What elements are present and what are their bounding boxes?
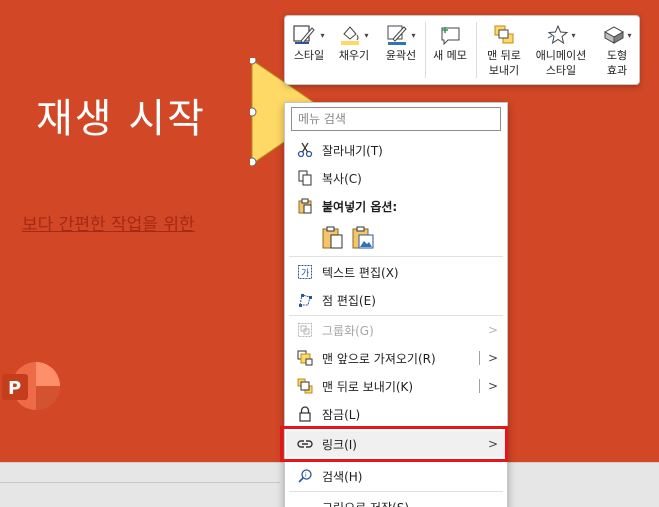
shape-effects-icon: ▾ (602, 22, 632, 48)
shape-effects-label-2: 효과 (606, 64, 628, 77)
animation-style-label-1: 애니메이션 (535, 49, 587, 62)
menu-separator (289, 428, 503, 429)
menu-item-save-as-picture-label: 그림으로 저장(S)... (322, 499, 420, 507)
shape-style-icon: ▾ (293, 22, 325, 48)
menu-item-lock-label: 잠금(L) (322, 407, 361, 422)
send-to-back-button[interactable]: 맨 뒤로 보내기 (481, 22, 527, 82)
fill-button[interactable]: ▾ 채우기 (333, 22, 375, 82)
chevron-right-icon[interactable]: > (488, 379, 498, 393)
svg-text:가: 가 (301, 268, 309, 279)
menu-item-copy[interactable]: 복사(C) (286, 165, 506, 191)
shape-effects-label-1: 도형 (606, 49, 628, 62)
animation-star-icon: ▾ (546, 22, 576, 48)
powerpoint-logo-letter: P (8, 378, 21, 399)
menu-item-edit-text-label: 텍스트 편집(X) (322, 265, 399, 280)
send-to-back-label-2: 보내기 (488, 64, 520, 77)
menu-separator (289, 315, 503, 316)
menu-item-save-as-picture[interactable]: 그림으로 저장(S)... (286, 494, 506, 507)
paste-options-group (321, 225, 375, 255)
fill-label: 채우기 (338, 49, 370, 62)
edit-points-icon (296, 291, 314, 309)
paste-as-picture-button[interactable] (351, 225, 375, 251)
shape-effects-button[interactable]: ▾ 도형 효과 (597, 22, 637, 82)
paste-keep-source-icon (322, 226, 343, 249)
chevron-right-icon: > (487, 323, 498, 337)
menu-separator (289, 256, 503, 257)
new-comment-icon (438, 22, 462, 48)
menu-item-send-to-back-label: 맨 뒤로 보내기(K) (322, 379, 414, 394)
send-to-back-label-1: 맨 뒤로 (487, 49, 521, 62)
scroll-divider (0, 482, 280, 483)
search-icon: i (296, 467, 314, 485)
menu-item-paste-options: 붙여넣기 옵션: (286, 193, 506, 219)
send-to-back-icon (296, 377, 314, 395)
new-comment-label: 새 메모 (433, 49, 467, 62)
paste-as-picture-icon (352, 226, 374, 249)
menu-item-cut[interactable]: 잘라내기(T) (286, 137, 506, 163)
group-icon (296, 321, 314, 339)
toolbar-separator (476, 22, 477, 78)
send-to-back-icon (492, 22, 516, 48)
menu-search-input[interactable] (291, 107, 501, 131)
menu-item-group-label: 그룹화(G) (322, 323, 374, 338)
menu-item-edit-points-label: 점 편집(E) (322, 293, 376, 308)
animation-style-label-2: 스타일 (545, 64, 577, 77)
chevron-right-icon[interactable]: > (488, 351, 498, 365)
outline-label: 윤곽선 (385, 49, 417, 62)
context-menu: 잘라내기(T) 복사(C) 붙여넣기 옵션: 가 텍스트 편집(X) 점 편집(… (284, 102, 508, 507)
menu-item-bring-to-front[interactable]: 맨 앞으로 가져오기(R) > (286, 345, 506, 371)
menu-item-search-label: 검색(H) (322, 469, 363, 484)
style-button[interactable]: ▾ 스타일 (289, 22, 329, 82)
menu-item-send-to-back[interactable]: 맨 뒤로 보내기(K) > (286, 373, 506, 399)
menu-separator (289, 491, 503, 492)
style-label: 스타일 (293, 49, 325, 62)
bring-to-front-icon (296, 349, 314, 367)
edit-text-icon: 가 (296, 263, 314, 281)
menu-item-cut-label: 잘라내기(T) (322, 143, 383, 158)
lock-icon (296, 405, 314, 423)
slide-title[interactable]: 재생 시작 (36, 86, 206, 144)
fill-bucket-icon: ▾ (339, 22, 369, 48)
submenu-divider (479, 379, 480, 393)
mini-toolbar: ▾ 스타일 ▾ 채우기 ▾ 윤곽선 새 메모 맨 뒤로 보내기 ▾ 애니메이션 … (284, 15, 640, 85)
copy-icon (296, 169, 314, 187)
scissors-icon (296, 141, 314, 159)
outline-pen-icon: ▾ (386, 22, 416, 48)
menu-item-paste-options-label: 붙여넣기 옵션: (322, 199, 398, 214)
menu-separator (289, 460, 503, 461)
outline-button[interactable]: ▾ 윤곽선 (379, 22, 423, 82)
chevron-right-icon[interactable]: > (488, 437, 498, 451)
toolbar-separator (425, 22, 426, 78)
menu-item-group: 그룹화(G) > (286, 317, 506, 343)
menu-item-lock[interactable]: 잠금(L) (286, 401, 506, 427)
submenu-divider (479, 351, 480, 365)
menu-item-link[interactable]: 링크(I) > (286, 431, 506, 457)
menu-item-edit-points[interactable]: 점 편집(E) (286, 287, 506, 313)
new-comment-button[interactable]: 새 메모 (428, 22, 472, 82)
menu-item-link-label: 링크(I) (322, 437, 357, 452)
paste-keep-source-button[interactable] (321, 225, 345, 251)
svg-text:i: i (305, 472, 307, 479)
link-icon (296, 435, 314, 453)
menu-item-edit-text[interactable]: 가 텍스트 편집(X) (286, 259, 506, 285)
clipboard-icon (296, 197, 314, 215)
slide-subtitle[interactable]: 보다 간편한 작업을 위한 (22, 210, 286, 234)
menu-item-copy-label: 복사(C) (322, 171, 362, 186)
menu-item-search[interactable]: i 검색(H) (286, 463, 506, 489)
animation-style-button[interactable]: ▾ 애니메이션 스타일 (529, 22, 593, 82)
menu-item-bring-to-front-label: 맨 앞으로 가져오기(R) (322, 351, 436, 366)
powerpoint-logo-icon: P (0, 360, 66, 420)
